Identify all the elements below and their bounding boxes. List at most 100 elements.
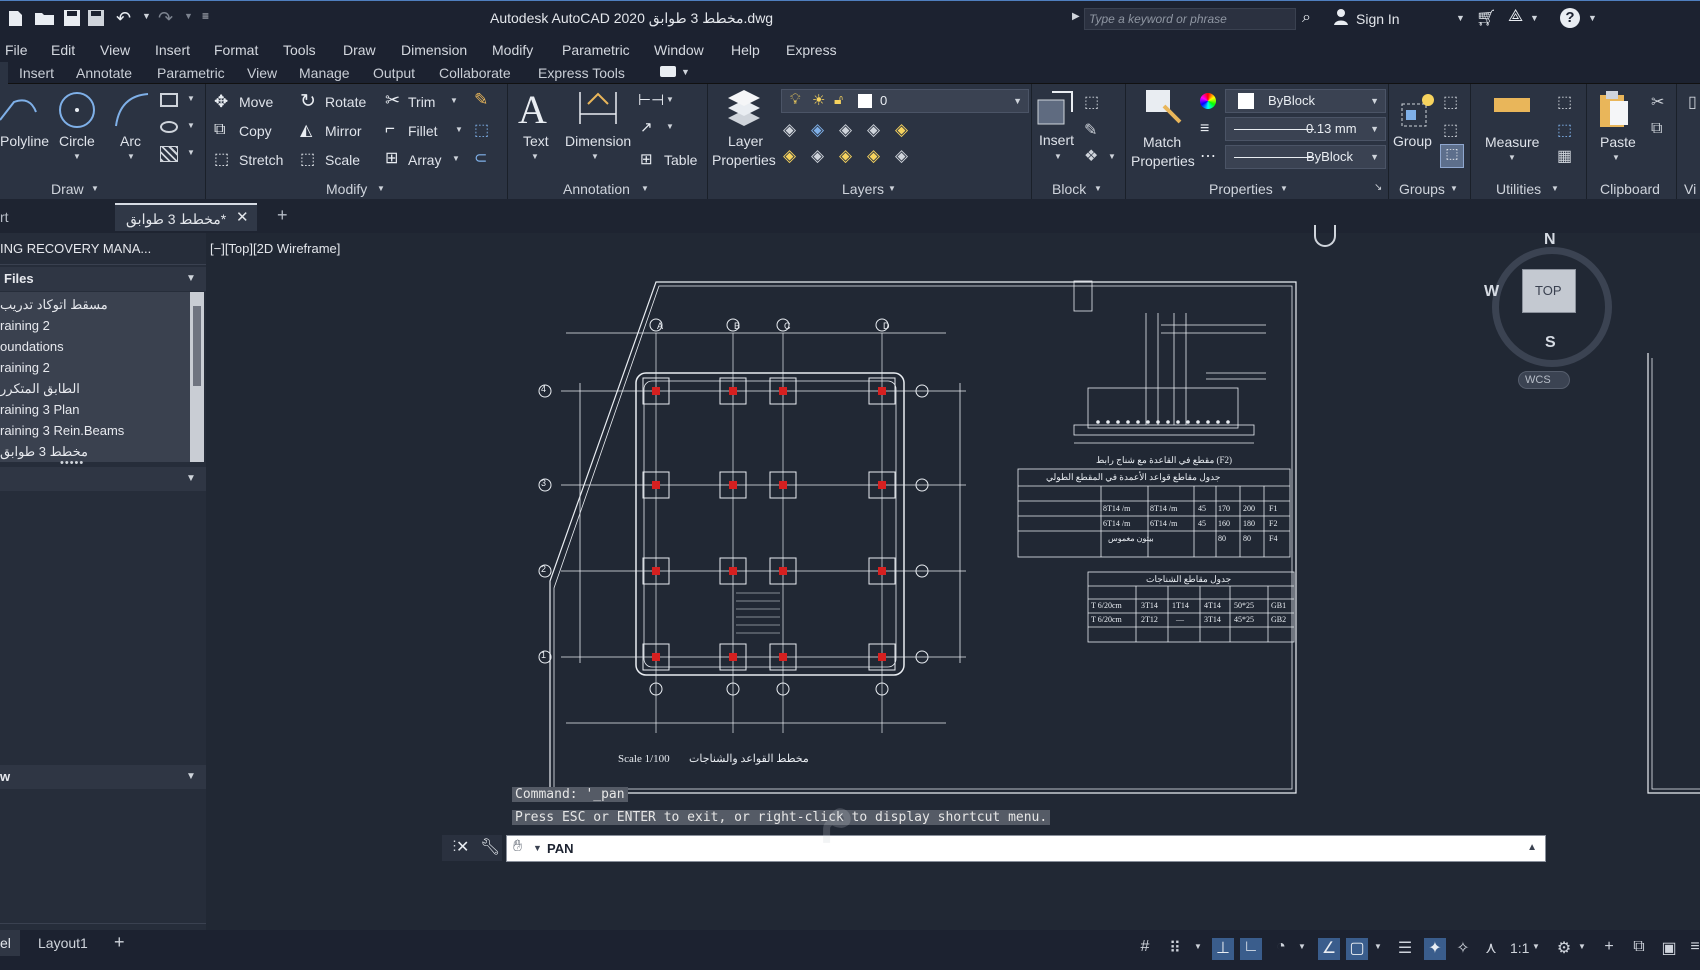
match-properties-icon[interactable]: [1144, 88, 1184, 128]
redo-dropdown-icon[interactable]: ▼: [184, 11, 193, 21]
mirror-icon[interactable]: ◭: [300, 120, 312, 140]
tab-express-tools[interactable]: Express Tools: [538, 65, 625, 81]
list-item[interactable]: oundations: [0, 339, 64, 354]
trim-icon[interactable]: ✂: [385, 90, 400, 111]
paste-icon[interactable]: [1598, 89, 1630, 129]
erase-icon[interactable]: ✎: [474, 90, 488, 110]
redo-icon[interactable]: ↷: [158, 8, 180, 28]
linetype-icon[interactable]: ⋯: [1200, 146, 1216, 166]
menu-format[interactable]: Format: [214, 42, 258, 58]
color-dropdown[interactable]: ByBlock ▼: [1225, 89, 1386, 113]
paste-button[interactable]: Paste: [1600, 134, 1636, 150]
edit-block-icon[interactable]: ✎: [1084, 120, 1097, 140]
menu-tools[interactable]: Tools: [283, 42, 316, 58]
move-button[interactable]: Move: [239, 94, 273, 110]
utilities-panel-title[interactable]: Utilities: [1496, 181, 1541, 197]
layer-tool-8-icon[interactable]: ◈: [839, 146, 852, 166]
menu-window[interactable]: Window: [654, 42, 704, 58]
viewcube-top-face[interactable]: TOP: [1522, 269, 1576, 313]
groups-panel-title[interactable]: Groups: [1399, 181, 1445, 197]
infer-constraints-icon[interactable]: ⊥: [1212, 938, 1234, 960]
properties-panel-title[interactable]: Properties: [1209, 181, 1273, 197]
stretch-icon[interactable]: ⬚: [214, 149, 229, 169]
arc-dropdown-icon[interactable]: ▼: [127, 152, 135, 161]
ribbon-toggle-dropdown-icon[interactable]: ▼: [681, 67, 690, 77]
arc-button[interactable]: Arc: [120, 133, 141, 149]
help-dropdown-icon[interactable]: ▼: [1588, 13, 1597, 23]
files-section-header[interactable]: Files ▼: [0, 267, 206, 291]
polyline-button[interactable]: Polyline: [0, 133, 49, 149]
explode-icon[interactable]: ⬚: [474, 120, 489, 140]
insert-block-button[interactable]: Insert: [1039, 132, 1074, 148]
menu-dimension[interactable]: Dimension: [401, 42, 467, 58]
ungroup-icon[interactable]: ⬚: [1443, 92, 1458, 112]
ellipse-icon[interactable]: [160, 121, 178, 133]
command-input[interactable]: ✋︎ ▼ PAN ▲: [506, 835, 1546, 862]
undo-icon[interactable]: ↶: [116, 8, 138, 28]
close-tab-icon[interactable]: ✕: [236, 208, 249, 226]
close-command-icon[interactable]: ✕: [456, 837, 469, 857]
view-panel-title[interactable]: Vi: [1684, 181, 1696, 197]
menu-view[interactable]: View: [100, 42, 130, 58]
block-attributes-dropdown-icon[interactable]: ▼: [1108, 152, 1116, 161]
tab-output[interactable]: Output: [373, 65, 415, 81]
calculator-icon[interactable]: ▦: [1557, 146, 1572, 166]
layer-tool-5-icon[interactable]: ◈: [895, 120, 908, 140]
scrollbar-thumb[interactable]: [193, 306, 201, 386]
hatch-icon[interactable]: [160, 146, 178, 162]
layers-panel-expand-icon[interactable]: ▼: [888, 184, 896, 193]
block-panel-expand-icon[interactable]: ▼: [1094, 184, 1102, 193]
drawing-area[interactable]: [−][Top][2D Wireframe] A B C D 4 3 2 1 S…: [206, 225, 1700, 930]
ellipse-dropdown-icon[interactable]: ▼: [187, 121, 195, 130]
arc-icon[interactable]: [112, 90, 152, 130]
table-icon[interactable]: ⊞: [640, 150, 653, 168]
array-dropdown-icon[interactable]: ▼: [452, 154, 460, 163]
array-icon[interactable]: ⊞: [385, 148, 398, 168]
list-item[interactable]: raining 3 Plan: [0, 402, 80, 417]
snap-dropdown-icon[interactable]: ▼: [1194, 942, 1202, 951]
color-wheel-icon[interactable]: [1200, 93, 1216, 109]
annotation-visibility-icon[interactable]: ✦: [1424, 938, 1446, 960]
block-panel-title[interactable]: Block: [1052, 181, 1086, 197]
ortho-icon[interactable]: ∟: [1240, 938, 1262, 960]
tab-annotate[interactable]: Annotate: [76, 65, 132, 81]
cut-icon[interactable]: ✂: [1651, 92, 1664, 112]
draw-panel-title[interactable]: Draw: [51, 181, 84, 197]
wcs-menu[interactable]: WCS: [1518, 371, 1570, 389]
compass-north[interactable]: N: [1544, 231, 1556, 249]
menu-help[interactable]: Help: [731, 42, 760, 58]
stretch-button[interactable]: Stretch: [239, 152, 283, 168]
list-item[interactable]: مسقط اتوكاد تدريب: [0, 297, 108, 313]
layout1-tab[interactable]: Layout1: [38, 935, 88, 951]
layer-tool-7-icon[interactable]: ◈: [811, 146, 824, 166]
offset-icon[interactable]: ⊂: [474, 148, 487, 168]
new-tab-icon[interactable]: +: [277, 205, 288, 226]
layer-properties-icon[interactable]: [724, 88, 764, 126]
open-folder-icon[interactable]: [34, 9, 56, 27]
hatch-dropdown-icon[interactable]: ▼: [187, 148, 195, 157]
menu-modify[interactable]: Modify: [492, 42, 533, 58]
trim-dropdown-icon[interactable]: ▼: [450, 96, 458, 105]
quick-select-icon[interactable]: ⬚: [1557, 92, 1572, 112]
customize-statusbar-icon[interactable]: ≡: [1684, 938, 1700, 960]
binoculars-icon[interactable]: ⌕: [1302, 9, 1311, 27]
group-edit-icon[interactable]: ⬚: [1443, 120, 1458, 140]
tab-collaborate[interactable]: Collaborate: [439, 65, 511, 81]
rectangle-dropdown-icon[interactable]: ▼: [187, 94, 195, 103]
menu-file[interactable]: File: [5, 42, 28, 58]
measure-icon[interactable]: [1494, 98, 1530, 112]
file-list-scrollbar[interactable]: [190, 292, 204, 462]
text-dropdown-icon[interactable]: ▼: [531, 152, 539, 161]
trim-button[interactable]: Trim: [408, 94, 435, 110]
move-icon[interactable]: ✥: [214, 92, 228, 112]
command-history-toggle-icon[interactable]: ▲: [1527, 842, 1537, 853]
lineweight-display-icon[interactable]: ☰: [1394, 938, 1416, 960]
text-icon[interactable]: A: [518, 86, 547, 133]
add-layout-icon[interactable]: +: [114, 932, 125, 953]
list-item[interactable]: raining 2: [0, 318, 50, 333]
layer-tool-10-icon[interactable]: ◈: [895, 146, 908, 166]
leader-icon[interactable]: ↗: [640, 118, 653, 136]
match-properties-button-line1[interactable]: Match: [1143, 134, 1181, 150]
view-panel-icon[interactable]: ▯: [1688, 92, 1697, 112]
mirror-button[interactable]: Mirror: [325, 123, 362, 139]
